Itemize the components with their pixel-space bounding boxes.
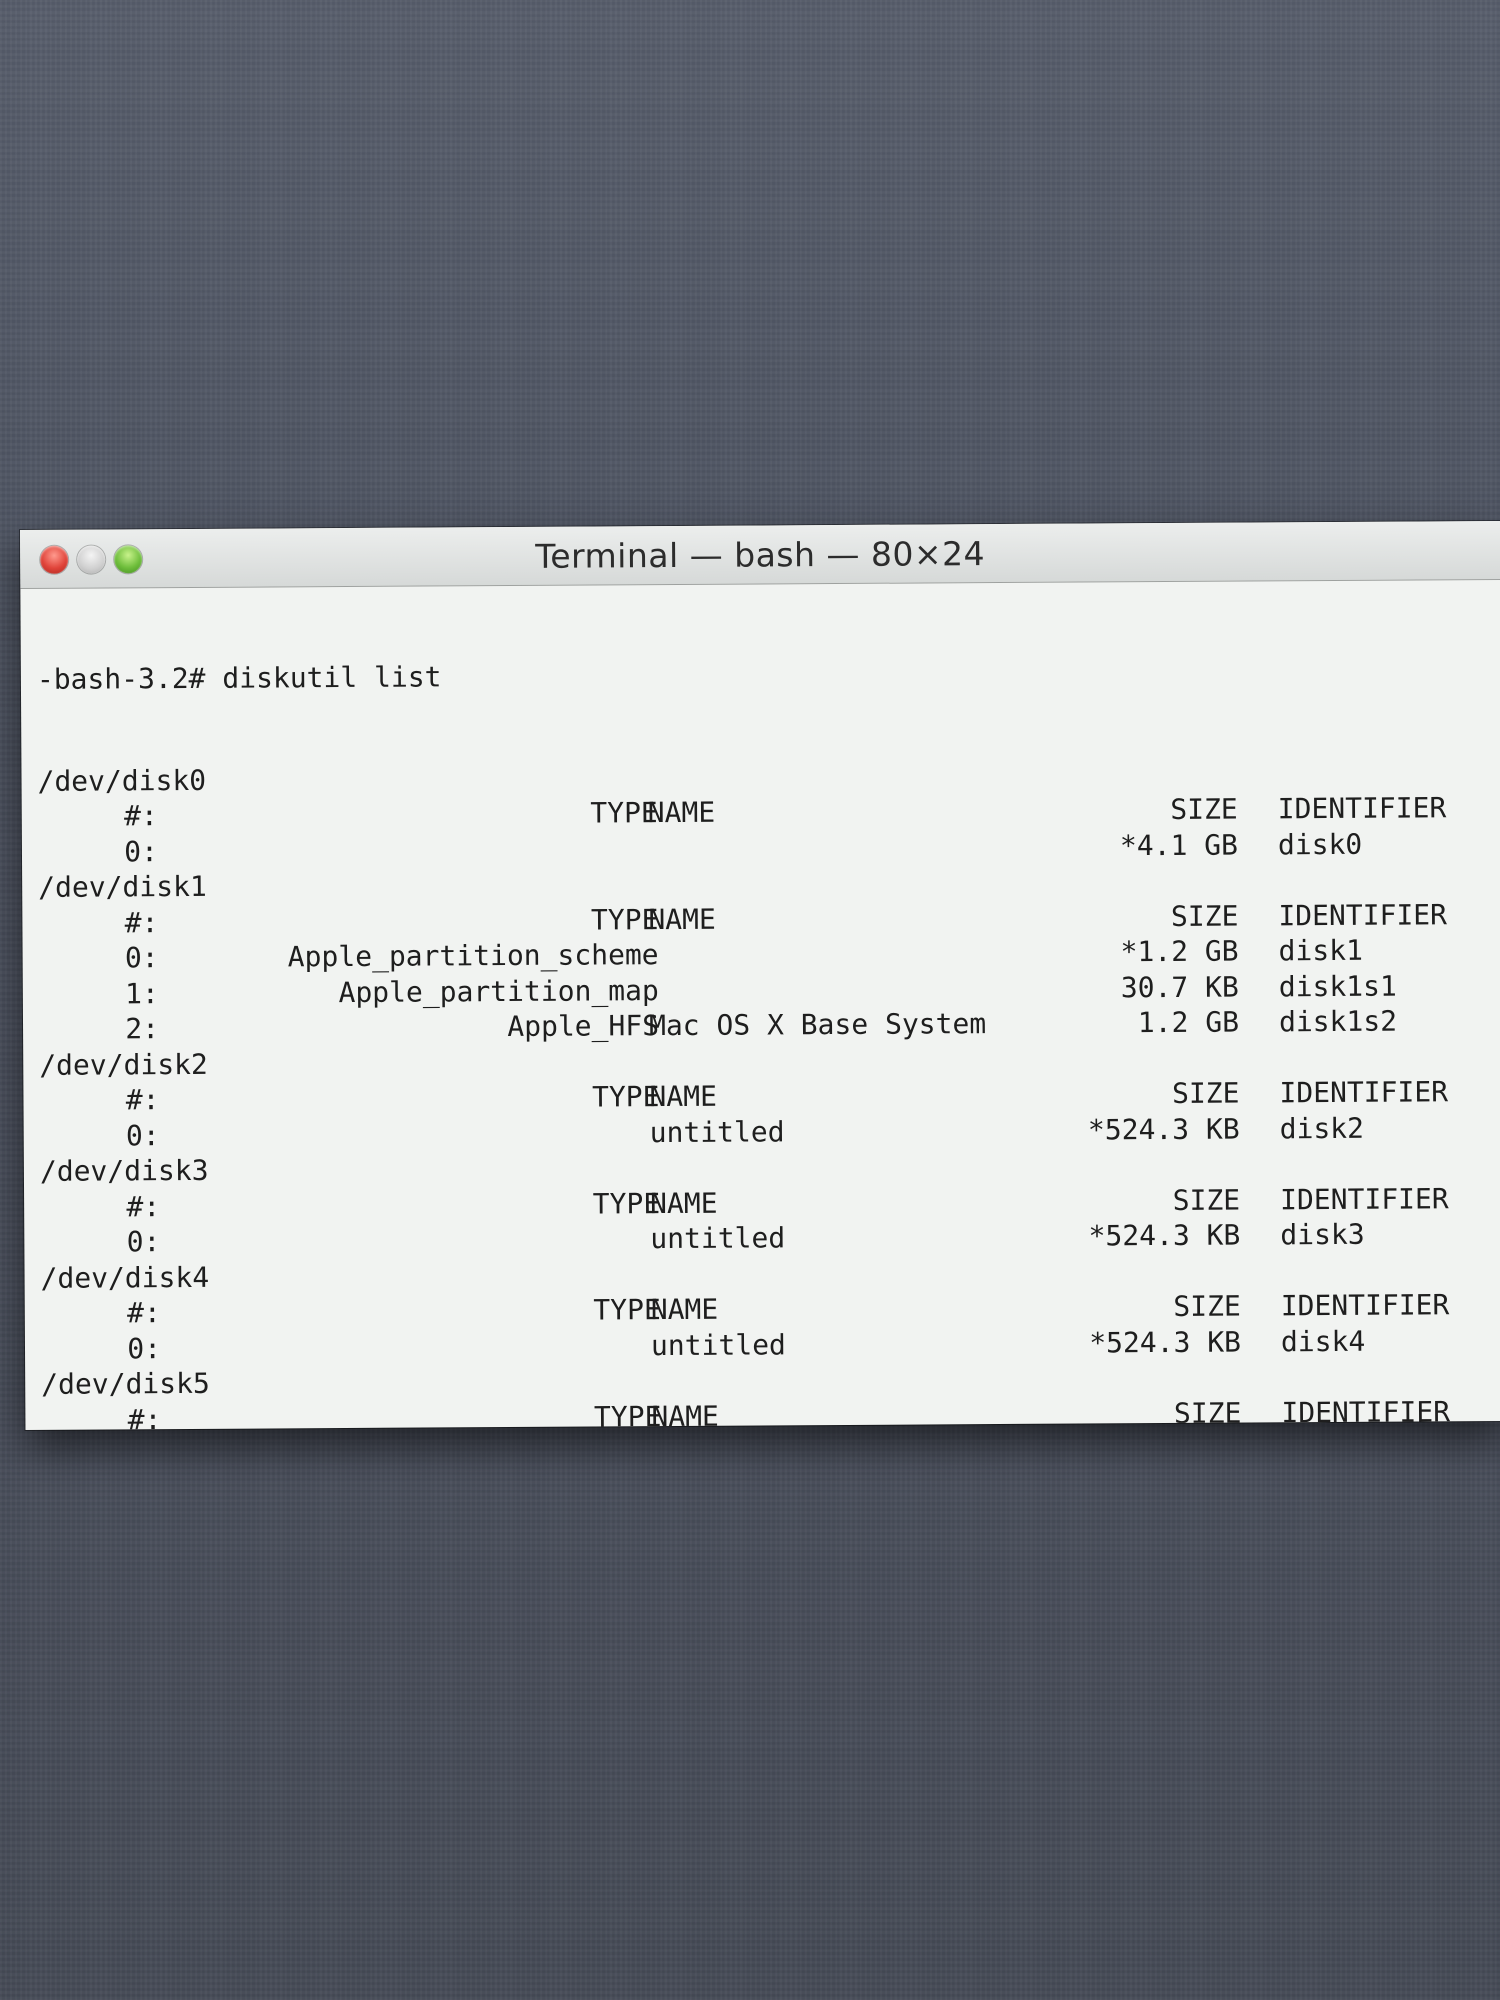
device-path: /dev/disk2 xyxy=(39,1047,208,1082)
header-identifier: IDENTIFIER xyxy=(1279,1075,1449,1110)
partition-name: untitled xyxy=(649,1114,785,1149)
header-num: #: xyxy=(125,1083,160,1117)
partition-num: 1: xyxy=(125,976,159,1010)
header-name: NAME xyxy=(650,1292,719,1327)
header-name: NAME xyxy=(651,1399,719,1430)
partition-num: 0: xyxy=(125,1118,160,1152)
partition-num: 2: xyxy=(125,1012,160,1046)
partition-name: Mac OS X Base System xyxy=(648,1007,987,1043)
header-identifier: IDENTIFIER xyxy=(1278,897,1448,932)
device-path: /dev/disk1 xyxy=(38,869,207,904)
partition-identifier: disk3 xyxy=(1280,1217,1365,1252)
header-size: SIZE xyxy=(1173,1289,1241,1323)
device-path: /dev/disk5 xyxy=(41,1366,210,1401)
command-prompt: -bash-3.2# diskutil list xyxy=(36,660,442,696)
header-size: SIZE xyxy=(1170,792,1238,826)
header-num: #: xyxy=(127,1402,162,1430)
header-identifier: IDENTIFIER xyxy=(1277,791,1447,826)
prompt-line: -bash-3.2# diskutil list xyxy=(37,653,1500,697)
partition-size: *1.2 GB xyxy=(1120,934,1239,969)
header-name: NAME xyxy=(650,1186,718,1220)
device-path: /dev/disk3 xyxy=(39,1153,209,1188)
title-bar[interactable]: Terminal — bash — 80×24 xyxy=(20,520,1500,589)
partition-size: *4.1 GB xyxy=(1119,828,1239,862)
partition-row: 0:untitled*524.3 KBdisk5 xyxy=(42,1429,1500,1430)
header-name: NAME xyxy=(648,902,716,936)
header-name: NAME xyxy=(647,795,716,830)
partition-identifier: disk1s2 xyxy=(1278,1004,1398,1039)
header-num: #: xyxy=(126,1189,161,1223)
partition-size: 1.2 GB xyxy=(1137,1005,1240,1040)
window-title: Terminal — bash — 80×24 xyxy=(535,534,986,576)
header-type: TYPE xyxy=(593,1399,662,1430)
header-size: SIZE xyxy=(1171,1076,1240,1110)
header-type: TYPE xyxy=(593,1293,661,1327)
header-identifier: IDENTIFIER xyxy=(1280,1181,1449,1216)
header-num: #: xyxy=(126,1296,161,1330)
header-type: TYPE xyxy=(592,1186,661,1221)
partition-num: 0: xyxy=(127,1331,162,1365)
header-size: SIZE xyxy=(1172,1183,1241,1217)
partition-identifier: disk4 xyxy=(1280,1324,1366,1358)
terminal-window[interactable]: Terminal — bash — 80×24 -bash-3.2# disku… xyxy=(20,520,1500,1430)
partition-size: *524.3 KB xyxy=(1087,1112,1240,1146)
header-identifier: IDENTIFIER xyxy=(1281,1394,1451,1429)
header-num: #: xyxy=(123,799,158,833)
header-size: SIZE xyxy=(1170,899,1239,933)
partition-num: 0: xyxy=(124,834,159,868)
partition-num: 0: xyxy=(126,1225,161,1259)
header-type: TYPE xyxy=(590,796,658,830)
header-type: TYPE xyxy=(591,1080,660,1114)
partition-name: untitled xyxy=(650,1327,786,1362)
partition-size: 30.7 KB xyxy=(1120,970,1239,1004)
partition-identifier: disk2 xyxy=(1279,1111,1365,1145)
partition-size: *524.3 KB xyxy=(1089,1325,1242,1359)
partition-identifier: disk1 xyxy=(1278,933,1363,968)
partition-num: 0: xyxy=(124,941,159,975)
partition-type: Apple_partition_scheme xyxy=(287,938,659,974)
partition-size: *524.3 KB xyxy=(1088,1218,1241,1253)
partition-name: untitled xyxy=(650,1221,786,1256)
header-identifier: IDENTIFIER xyxy=(1280,1288,1450,1323)
header-num: #: xyxy=(124,905,159,939)
header-type: TYPE xyxy=(590,902,659,937)
partition-identifier: disk1s1 xyxy=(1278,969,1397,1003)
partition-identifier: disk0 xyxy=(1277,827,1363,861)
device-path: /dev/disk0 xyxy=(37,763,207,798)
partition-type: Apple_HFS xyxy=(507,1009,660,1044)
partition-type: Apple_partition_map xyxy=(338,973,659,1009)
header-size: SIZE xyxy=(1173,1396,1242,1430)
terminal-output[interactable]: -bash-3.2# diskutil list /dev/disk0 #: TYP… xyxy=(36,587,1500,1430)
header-name: NAME xyxy=(649,1079,718,1114)
device-path: /dev/disk4 xyxy=(40,1260,210,1295)
